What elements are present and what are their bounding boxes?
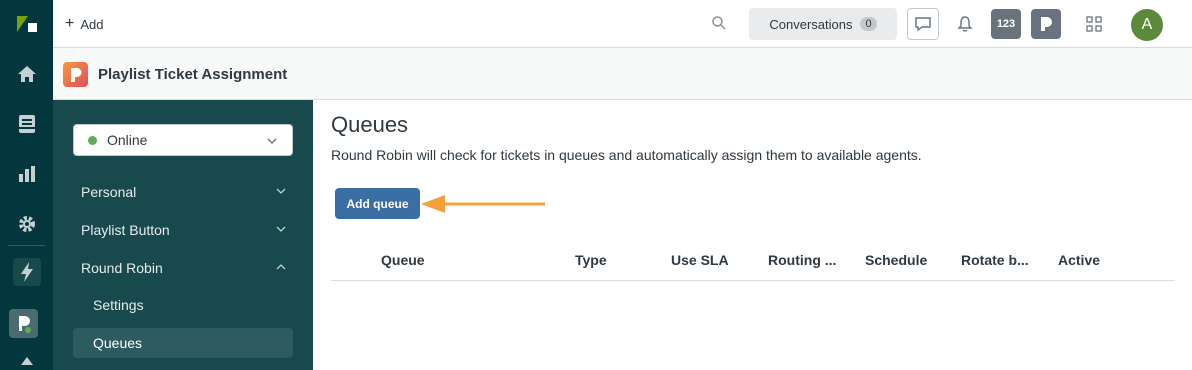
lightning-icon[interactable] <box>0 257 53 287</box>
sidebar-subitem-label: Settings <box>93 297 144 313</box>
column-header-use-sla[interactable]: Use SLA <box>671 252 729 268</box>
playlist-topbar-icon[interactable] <box>1031 9 1061 39</box>
app-title: Playlist Ticket Assignment <box>98 66 288 83</box>
sidebar-item-round-robin[interactable]: Round Robin <box>81 256 287 280</box>
app-sidebar: Online Personal Playlist Button Round Ro… <box>53 100 313 370</box>
sidebar-item-playlist-button[interactable]: Playlist Button <box>81 218 287 242</box>
playlist-app-icon[interactable] <box>9 309 38 338</box>
bell-icon[interactable] <box>949 8 981 40</box>
column-header-routing[interactable]: Routing ... <box>768 252 836 268</box>
home-icon[interactable] <box>0 59 53 89</box>
sidebar-subitem-queues[interactable]: Queues <box>73 328 293 358</box>
primary-nav-rail <box>0 0 53 370</box>
top-bar: + Add Conversations 0 123 A <box>53 0 1192 48</box>
sidebar-item-personal[interactable]: Personal <box>81 180 287 204</box>
column-header-type[interactable]: Type <box>575 252 607 268</box>
add-queue-button[interactable]: Add queue <box>335 188 420 219</box>
status-label: Online <box>107 132 148 148</box>
app-123-icon[interactable]: 123 <box>991 9 1021 39</box>
chat-icon[interactable] <box>907 8 939 40</box>
playlist-logo-icon <box>63 62 88 87</box>
sidebar-item-label: Playlist Button <box>81 222 170 238</box>
sidebar-subitem-label: Queues <box>93 335 143 351</box>
upload-icon[interactable] <box>0 355 53 370</box>
conversations-label: Conversations <box>769 16 853 32</box>
search-icon[interactable] <box>711 15 727 36</box>
column-header-schedule[interactable]: Schedule <box>865 252 927 268</box>
sidebar-item-label: Round Robin <box>81 260 163 276</box>
chevron-down-icon <box>275 184 287 200</box>
reporting-icon[interactable] <box>0 159 53 189</box>
queues-table-header: Queue Type Use SLA Routing ... Schedule … <box>331 240 1175 281</box>
add-button-label: Add <box>80 16 104 32</box>
apps-grid-icon[interactable] <box>1085 15 1103 38</box>
app-header: Playlist Ticket Assignment <box>53 48 1192 100</box>
status-dropdown[interactable]: Online <box>73 124 293 156</box>
online-status-dot <box>88 135 97 145</box>
sidebar-item-label: Personal <box>81 184 137 200</box>
conversations-count-badge: 0 <box>860 17 877 31</box>
chevron-up-icon <box>275 260 287 276</box>
zendesk-logo-icon[interactable] <box>0 9 53 39</box>
avatar[interactable]: A <box>1131 9 1163 41</box>
column-header-active[interactable]: Active <box>1058 252 1100 268</box>
page-description: Round Robin will check for tickets in qu… <box>331 147 922 163</box>
chevron-down-icon <box>266 134 278 150</box>
avatar-initial: A <box>1141 16 1153 33</box>
annotation-arrow <box>421 195 545 213</box>
chevron-down-icon <box>275 222 287 238</box>
plus-icon: + <box>65 15 75 32</box>
conversations-button[interactable]: Conversations 0 <box>749 8 897 40</box>
column-header-rotate-by[interactable]: Rotate b... <box>961 252 1029 268</box>
rail-divider <box>8 245 45 246</box>
main-content: Queues Round Robin will check for ticket… <box>313 100 1192 370</box>
page-title: Queues <box>331 112 409 137</box>
admin-gear-icon[interactable] <box>0 209 53 239</box>
sidebar-subitem-settings[interactable]: Settings <box>73 290 293 320</box>
add-button[interactable]: + Add <box>65 14 103 34</box>
column-header-queue[interactable]: Queue <box>381 252 425 268</box>
app-123-label: 123 <box>996 18 1016 30</box>
views-icon[interactable] <box>0 109 53 139</box>
